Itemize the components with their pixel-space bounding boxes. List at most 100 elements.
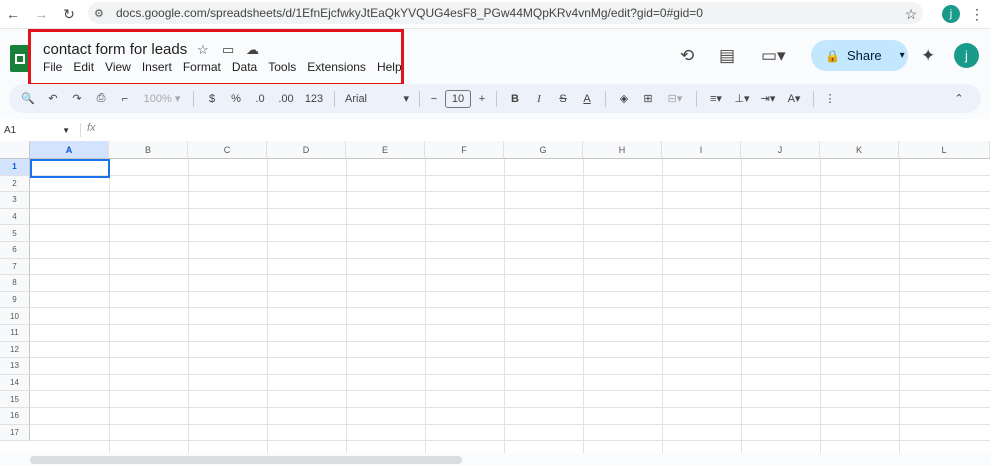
back-icon[interactable]: ← xyxy=(4,5,22,23)
increase-decimal-button[interactable]: .00 xyxy=(272,88,300,110)
grid-column-line xyxy=(267,159,268,453)
version-history-icon[interactable]: ⟲ xyxy=(680,46,694,66)
grid-row-line xyxy=(30,257,990,259)
redo-icon[interactable]: ↷ xyxy=(65,88,89,110)
forward-icon[interactable]: → xyxy=(32,5,50,23)
grid-column-line xyxy=(820,159,821,453)
merge-cells-icon[interactable]: ⊟▾ xyxy=(660,88,690,110)
fill-color-icon[interactable]: ◈ xyxy=(612,88,636,110)
column-header[interactable]: C xyxy=(188,141,267,159)
chevron-down-icon[interactable]: ▾ xyxy=(900,50,905,61)
vertical-align-icon[interactable]: ⊥▾ xyxy=(729,88,755,110)
row-header[interactable]: 3 xyxy=(0,192,30,209)
sheets-logo-icon[interactable] xyxy=(10,45,30,72)
row-header[interactable]: 6 xyxy=(0,242,30,259)
row-header[interactable]: 2 xyxy=(0,175,30,193)
text-color-button[interactable]: A xyxy=(575,88,599,110)
font-select[interactable]: Arial ▾ xyxy=(341,88,413,110)
column-header[interactable]: K xyxy=(820,141,899,159)
toolbar-divider xyxy=(696,90,697,107)
increase-font-size-icon[interactable]: + xyxy=(474,88,490,110)
search-menus-icon[interactable]: 🔍 xyxy=(15,88,41,110)
site-info-icon[interactable]: ⚙ xyxy=(94,7,110,20)
row-header[interactable]: 4 xyxy=(0,208,30,226)
row-header[interactable]: 13 xyxy=(0,358,30,375)
comments-icon[interactable]: ▤ xyxy=(719,46,735,66)
meet-icon[interactable]: ▭▾ xyxy=(761,46,786,66)
row-header[interactable]: 1 xyxy=(0,159,30,176)
grid-column-line xyxy=(188,159,189,453)
bookmark-star-icon[interactable]: ☆ xyxy=(902,5,920,23)
text-rotation-icon[interactable]: A▾ xyxy=(781,88,807,110)
grid-row-line xyxy=(30,373,990,375)
grid-row-line xyxy=(30,224,990,226)
row-header[interactable]: 15 xyxy=(0,391,30,408)
percent-format-button[interactable]: % xyxy=(224,88,248,110)
italic-button[interactable]: I xyxy=(527,88,551,110)
column-header[interactable]: L xyxy=(899,141,990,159)
text-wrapping-icon[interactable]: ⇥▾ xyxy=(755,88,781,110)
grid-column-line xyxy=(583,159,584,453)
column-header[interactable]: I xyxy=(662,141,741,159)
row-header[interactable]: 12 xyxy=(0,341,30,359)
grid-row-line xyxy=(30,440,990,442)
address-bar[interactable]: ⚙ docs.google.com/spreadsheets/d/1EfnEjc… xyxy=(88,2,923,24)
zoom-select[interactable]: 100% ▾ xyxy=(137,88,187,110)
select-all-corner[interactable] xyxy=(0,141,30,159)
grid-row-line xyxy=(30,340,990,342)
column-header[interactable]: J xyxy=(741,141,820,159)
number-format-button[interactable]: 123 xyxy=(300,88,328,110)
annotation-highlight-box xyxy=(28,29,404,86)
horizontal-scrollbar[interactable] xyxy=(30,456,462,464)
grid-row-line xyxy=(30,390,990,392)
print-icon[interactable]: ⎙ xyxy=(89,88,113,110)
row-header[interactable]: 14 xyxy=(0,374,30,392)
chevron-down-icon: ▼ xyxy=(62,125,70,135)
column-header[interactable]: A xyxy=(30,141,109,159)
currency-format-button[interactable]: $ xyxy=(200,88,224,110)
decrease-font-size-icon[interactable]: − xyxy=(426,88,442,110)
selected-cell-a1[interactable] xyxy=(30,159,110,178)
column-header[interactable]: E xyxy=(346,141,425,159)
row-header[interactable]: 17 xyxy=(0,424,30,442)
browser-profile-avatar[interactable]: j xyxy=(942,5,960,23)
row-header[interactable]: 5 xyxy=(0,225,30,242)
bold-button[interactable]: B xyxy=(503,88,527,110)
lock-icon: 🔒 xyxy=(825,48,840,63)
name-box[interactable]: A1 ▼ xyxy=(4,122,74,138)
toolbar-divider xyxy=(813,90,814,107)
more-options-icon[interactable]: ⋮ xyxy=(820,88,840,110)
grid-row-line xyxy=(30,191,990,193)
decrease-decimal-button[interactable]: .0 xyxy=(248,88,272,110)
row-header[interactable]: 7 xyxy=(0,258,30,276)
grid-row-line xyxy=(30,274,990,276)
cell-reference: A1 xyxy=(4,124,17,136)
share-button[interactable]: 🔒 Share ▾ xyxy=(811,40,908,71)
avatar[interactable]: j xyxy=(954,43,979,68)
grid-column-line xyxy=(109,159,110,453)
column-header[interactable]: D xyxy=(267,141,346,159)
reload-icon[interactable]: ↻ xyxy=(60,5,78,23)
column-header[interactable]: B xyxy=(109,141,188,159)
column-header[interactable]: H xyxy=(583,141,662,159)
undo-icon[interactable]: ↶ xyxy=(41,88,65,110)
row-header[interactable]: 8 xyxy=(0,275,30,292)
toolbar-divider xyxy=(605,90,606,107)
chevron-up-icon[interactable]: ⌃ xyxy=(947,88,971,110)
grid-row-line xyxy=(30,357,990,359)
column-header[interactable]: G xyxy=(504,141,583,159)
share-label: Share xyxy=(846,48,882,63)
font-size-input[interactable]: 10 xyxy=(445,89,471,108)
toolbar: 🔍 ↶ ↷ ⎙ ⌐ 100% ▾ $ % .0 .00 123 Arial ▾ −… xyxy=(9,84,981,113)
row-header[interactable]: 9 xyxy=(0,291,30,309)
row-header[interactable]: 10 xyxy=(0,308,30,325)
row-header[interactable]: 11 xyxy=(0,325,30,342)
paint-format-icon[interactable]: ⌐ xyxy=(113,88,137,110)
borders-icon[interactable]: ⊞ xyxy=(636,88,660,110)
strikethrough-icon[interactable]: S xyxy=(551,88,575,110)
horizontal-align-icon[interactable]: ≡▾ xyxy=(703,88,729,110)
browser-menu-icon[interactable]: ⋮ xyxy=(968,5,986,23)
column-header[interactable]: F xyxy=(425,141,504,159)
gemini-icon[interactable]: ✦ xyxy=(921,46,935,66)
row-header[interactable]: 16 xyxy=(0,408,30,425)
